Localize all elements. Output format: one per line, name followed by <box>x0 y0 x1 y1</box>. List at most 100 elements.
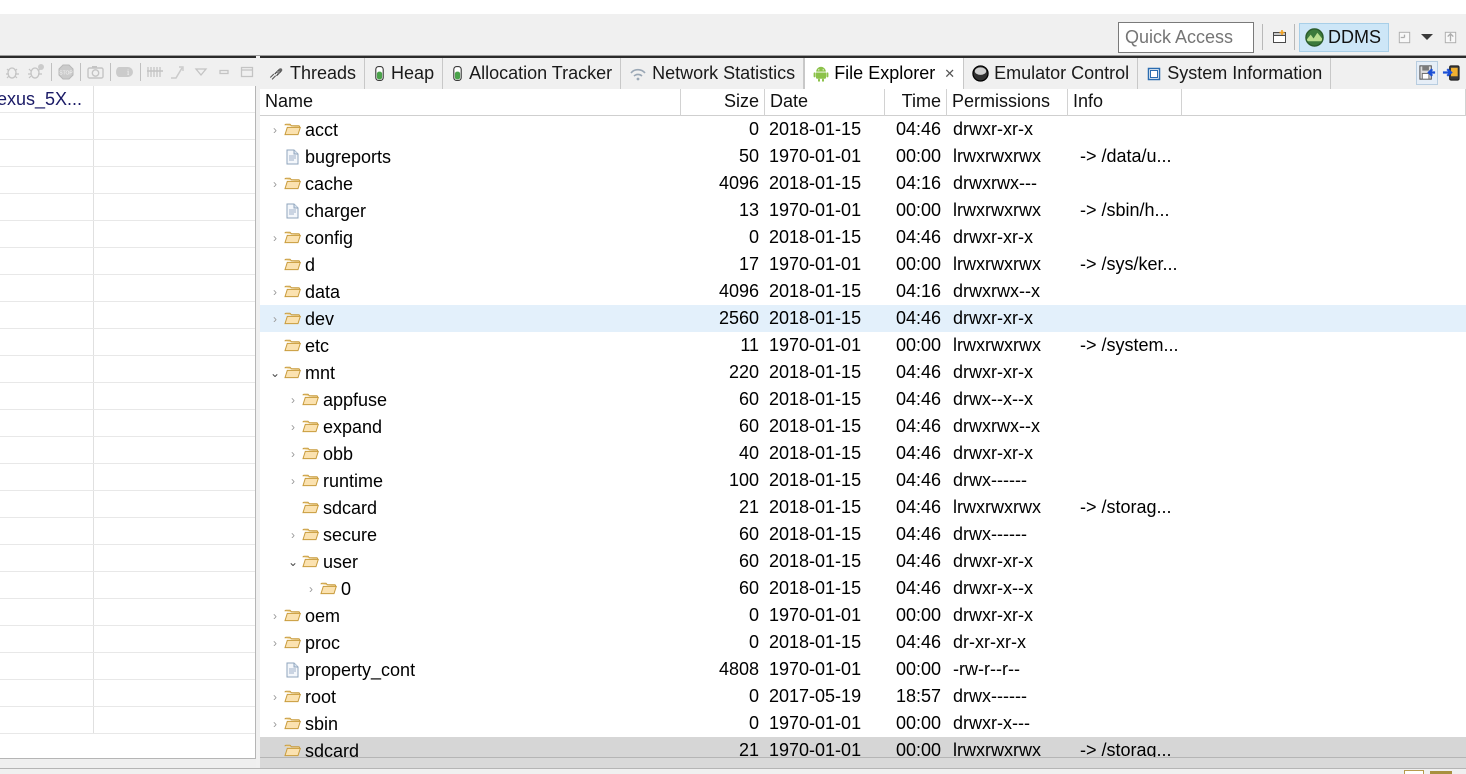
table-row[interactable]: › data 4096 2018-01-15 04:16 drwxrwx--x <box>260 278 1466 305</box>
table-row[interactable]: etc 11 1970-01-01 00:00 lrwxrwxrwx -> /system… <box>260 332 1466 359</box>
device-row[interactable] <box>0 626 255 653</box>
column-header-date[interactable]: Date <box>765 89 885 116</box>
chevron-right-icon[interactable]: › <box>268 117 282 143</box>
device-row[interactable] <box>0 383 255 410</box>
device-row[interactable] <box>0 545 255 572</box>
quick-access-input[interactable] <box>1118 22 1254 53</box>
device-row[interactable] <box>0 356 255 383</box>
column-header-info[interactable]: Info <box>1068 89 1182 116</box>
file-name-cell[interactable]: › sbin <box>260 710 681 737</box>
chevron-right-icon[interactable]: › <box>268 171 282 197</box>
chevron-right-icon[interactable]: › <box>304 576 318 602</box>
device-row[interactable] <box>0 275 255 302</box>
file-name-cell[interactable]: ⌄ mnt <box>260 359 681 386</box>
chevron-right-icon[interactable]: › <box>286 387 300 413</box>
perspective-chevron-button[interactable] <box>1416 25 1438 49</box>
debug-process-icon[interactable] <box>2 59 25 85</box>
file-name-cell[interactable]: sdcard <box>260 494 681 521</box>
table-row[interactable]: charger 13 1970-01-01 00:00 lrwxrwxrwx -> /sb… <box>260 197 1466 224</box>
device-row[interactable] <box>0 491 255 518</box>
table-row[interactable]: ⌄ user 60 2018-01-15 04:46 drwxr-xr-x <box>260 548 1466 575</box>
device-row[interactable] <box>0 599 255 626</box>
tab-allocation-tracker[interactable]: Allocation Tracker <box>443 58 622 89</box>
chevron-down-icon[interactable]: ⌄ <box>268 360 282 386</box>
table-row[interactable]: d 17 1970-01-01 00:00 lrwxrwxrwx -> /sys/ker.… <box>260 251 1466 278</box>
file-name-cell[interactable]: ⌄ user <box>260 548 681 575</box>
table-row[interactable]: sdcard 21 1970-01-01 00:00 lrwxrwxrwx -> /sto… <box>260 737 1466 757</box>
table-row[interactable]: ⌄ mnt 220 2018-01-15 04:46 drwxr-xr-x <box>260 359 1466 386</box>
table-row[interactable]: › dev 2560 2018-01-15 04:46 drwxr-xr-x <box>260 305 1466 332</box>
device-row[interactable] <box>0 329 255 356</box>
perspective-overflow-button[interactable] <box>1392 25 1416 49</box>
file-name-cell[interactable]: › dev <box>260 305 681 332</box>
table-row[interactable]: property_cont 4808 1970-01-01 00:00 -rw-r--r… <box>260 656 1466 683</box>
device-row[interactable] <box>0 302 255 329</box>
file-name-cell[interactable]: › acct <box>260 116 681 143</box>
file-name-cell[interactable]: › expand <box>260 413 681 440</box>
file-name-cell[interactable]: › obb <box>260 440 681 467</box>
chevron-right-icon[interactable]: › <box>286 522 300 548</box>
perspective-button-ddms[interactable]: DDMS <box>1299 23 1389 52</box>
table-row[interactable]: › acct 0 2018-01-15 04:46 drwxr-xr-x <box>260 116 1466 143</box>
chevron-right-icon[interactable]: › <box>268 306 282 332</box>
chevron-right-icon[interactable]: › <box>268 630 282 656</box>
table-row[interactable]: › runtime 100 2018-01-15 04:46 drwx------ <box>260 467 1466 494</box>
file-name-cell[interactable]: d <box>260 251 681 278</box>
file-name-cell[interactable]: charger <box>260 197 681 224</box>
device-row[interactable] <box>0 437 255 464</box>
table-row[interactable]: › expand 60 2018-01-15 04:46 drwxrwx--x <box>260 413 1466 440</box>
tab-heap[interactable]: Heap <box>365 58 444 89</box>
device-row[interactable] <box>0 248 255 275</box>
device-row[interactable] <box>0 221 255 248</box>
file-name-cell[interactable]: › 0 <box>260 575 681 602</box>
device-row[interactable] <box>0 167 255 194</box>
chevron-down-icon[interactable]: ⌄ <box>286 549 300 575</box>
device-row[interactable] <box>0 572 255 599</box>
screen-capture-icon[interactable] <box>84 59 107 85</box>
systrace-icon[interactable] <box>144 59 167 85</box>
close-icon[interactable]: ✕ <box>944 66 955 82</box>
chevron-right-icon[interactable]: › <box>286 414 300 440</box>
view-menu-icon[interactable] <box>189 59 212 85</box>
device-row[interactable] <box>0 194 255 221</box>
device-row[interactable] <box>0 680 255 707</box>
device-row[interactable] <box>0 140 255 167</box>
device-row[interactable]: Nexus_5X... <box>0 86 255 113</box>
table-row[interactable]: › proc 0 2018-01-15 04:46 dr-xr-xr-x <box>260 629 1466 656</box>
table-row[interactable]: bugreports 50 1970-01-01 00:00 lrwxrwxrwx -> … <box>260 143 1466 170</box>
file-name-cell[interactable]: › secure <box>260 521 681 548</box>
devices-table[interactable]: Nexus_5X... <box>0 86 256 758</box>
tab-network-statistics[interactable]: Network Statistics <box>621 58 805 89</box>
minimize-icon[interactable] <box>212 59 235 85</box>
chevron-right-icon[interactable]: › <box>286 441 300 467</box>
maximize-icon[interactable] <box>235 59 258 85</box>
push-file-button[interactable] <box>1440 61 1462 85</box>
update-heap-icon[interactable] <box>25 59 48 85</box>
tab-system-information[interactable]: System Information <box>1138 58 1332 89</box>
file-name-cell[interactable]: › cache <box>260 170 681 197</box>
file-name-cell[interactable]: etc <box>260 332 681 359</box>
column-header-name[interactable]: Name <box>260 89 681 116</box>
table-row[interactable]: › sbin 0 1970-01-01 00:00 drwxr-x--- <box>260 710 1466 737</box>
pull-file-button[interactable] <box>1416 60 1438 85</box>
column-header-size[interactable]: Size <box>681 89 765 116</box>
tab-threads[interactable]: Threads <box>260 58 366 89</box>
table-row[interactable]: › cache 4096 2018-01-15 04:16 drwxrwx--- <box>260 170 1466 197</box>
tab-emulator-control[interactable]: Emulator Control <box>964 58 1139 89</box>
column-header-perm[interactable]: Permissions <box>947 89 1068 116</box>
device-row[interactable] <box>0 410 255 437</box>
table-row[interactable]: › appfuse 60 2018-01-15 04:46 drwx--x--x <box>260 386 1466 413</box>
file-name-cell[interactable]: › oem <box>260 602 681 629</box>
chevron-right-icon[interactable]: › <box>268 279 282 305</box>
device-row[interactable] <box>0 653 255 680</box>
device-row[interactable] <box>0 113 255 140</box>
file-name-cell[interactable]: › proc <box>260 629 681 656</box>
file-name-cell[interactable]: sdcard <box>260 737 681 757</box>
table-row[interactable]: › obb 40 2018-01-15 04:46 drwxr-xr-x <box>260 440 1466 467</box>
table-row[interactable]: › root 0 2017-05-19 18:57 drwx------ <box>260 683 1466 710</box>
device-row[interactable] <box>0 464 255 491</box>
chevron-right-icon[interactable]: › <box>268 603 282 629</box>
file-name-cell[interactable]: › config <box>260 224 681 251</box>
chevron-right-icon[interactable]: › <box>268 711 282 737</box>
stop-process-icon[interactable]: STOP <box>55 59 78 85</box>
